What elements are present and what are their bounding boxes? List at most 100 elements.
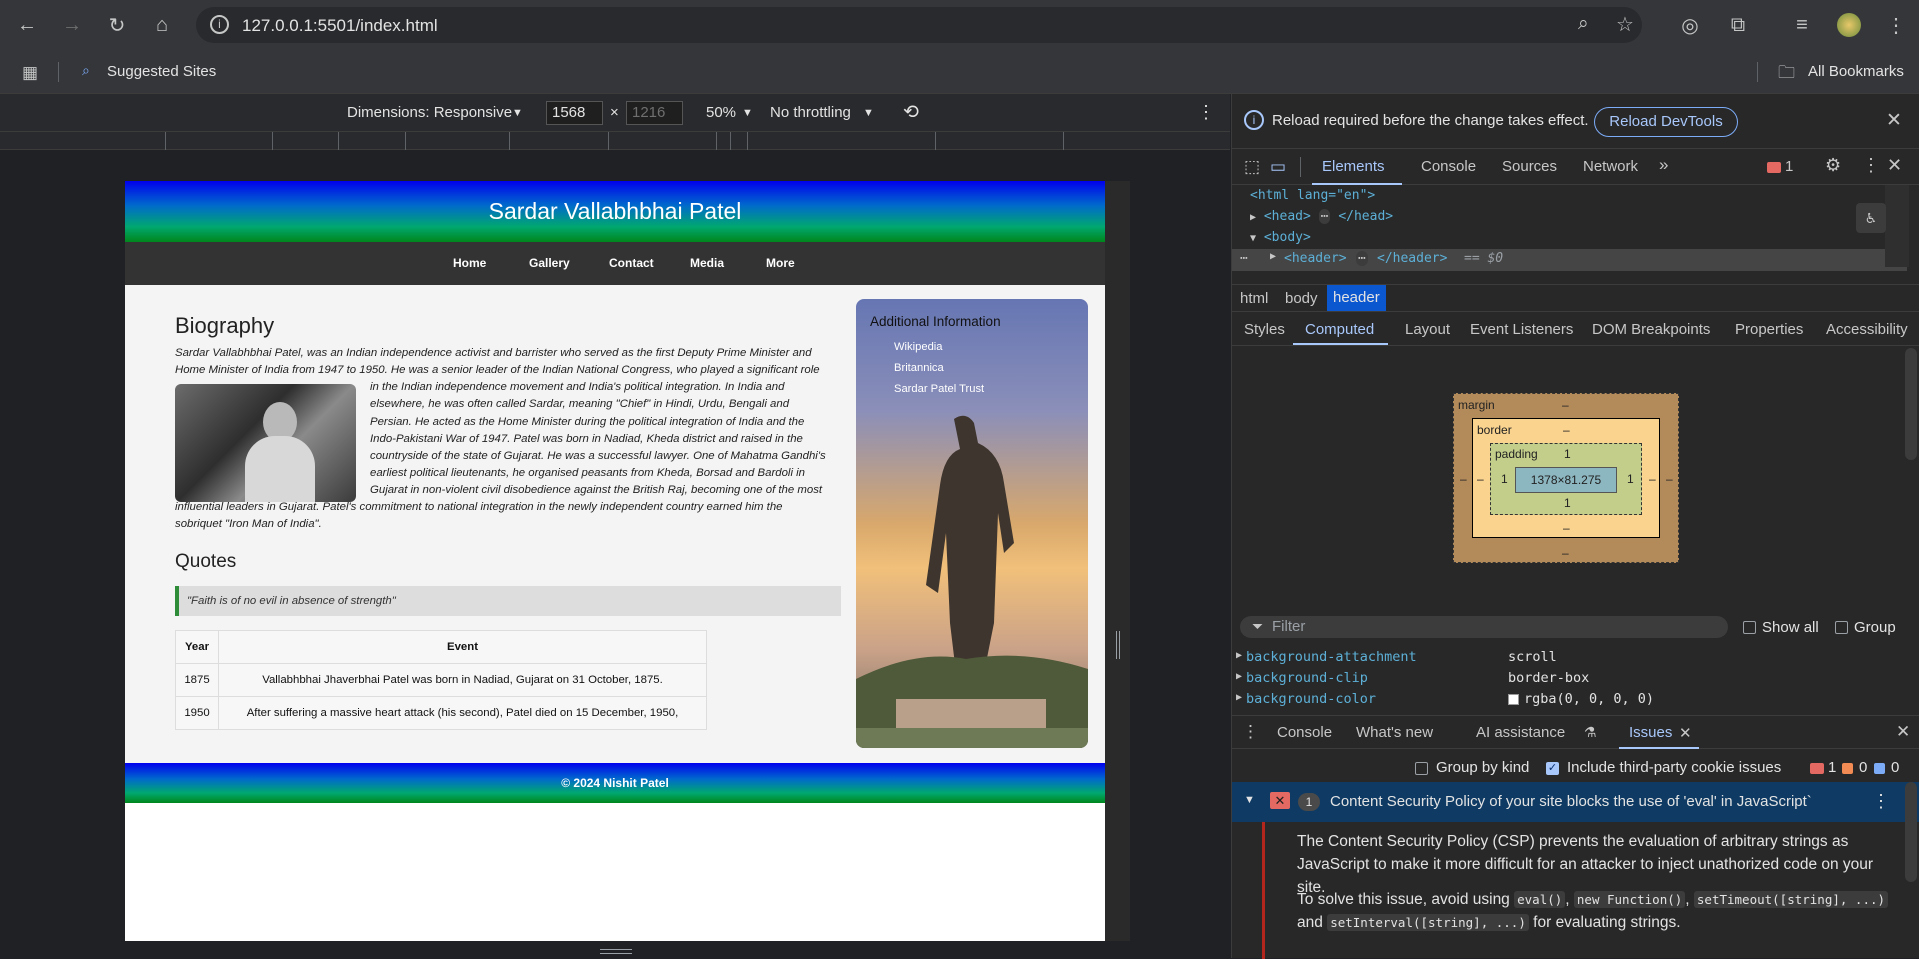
folder-icon: 🗀 <box>1778 63 1795 82</box>
dom-node-header-selected[interactable]: ⋯ ▶ <header> ⋯ </header> == $0 <box>1232 249 1907 271</box>
drawer-tab-console[interactable]: Console <box>1277 724 1332 741</box>
crumb-html[interactable]: html <box>1234 290 1274 307</box>
color-swatch[interactable] <box>1508 694 1519 705</box>
subtab-styles[interactable]: Styles <box>1244 321 1285 338</box>
computed-property-row[interactable]: ▶ background-color rgba(0, 0, 0, 0) <box>1236 691 1654 707</box>
extension-icon[interactable]: ◎ <box>1674 9 1706 41</box>
tab-elements[interactable]: Elements <box>1322 158 1385 175</box>
third-party-checkbox[interactable]: ✓ <box>1546 762 1559 775</box>
issues-count[interactable]: 1 <box>1785 158 1793 175</box>
kebab-menu-icon[interactable]: ⋮ <box>1880 9 1912 41</box>
error-badge-icon[interactable] <box>1767 162 1781 173</box>
subtab-computed[interactable]: Computed <box>1305 321 1374 338</box>
tab-sources[interactable]: Sources <box>1502 158 1557 175</box>
close-icon[interactable]: ✕ <box>1679 724 1692 742</box>
url-text: 127.0.0.1:5501/index.html <box>242 16 438 35</box>
zoom-icon[interactable]: ⌕ <box>1578 13 1589 35</box>
crumb-header[interactable]: header <box>1327 285 1386 311</box>
apps-grid-icon[interactable]: ▦ <box>22 63 38 83</box>
back-arrow-icon[interactable]: ← <box>11 9 43 41</box>
nav-home[interactable]: Home <box>453 256 486 270</box>
reload-devtools-button[interactable]: Reload DevTools <box>1594 107 1738 137</box>
chevron-down-icon: ▼ <box>742 107 753 119</box>
profile-avatar[interactable] <box>1837 13 1861 37</box>
width-input[interactable]: 1568 <box>546 101 603 125</box>
show-all-checkbox[interactable] <box>1743 621 1756 634</box>
dom-scrollbar[interactable] <box>1885 185 1909 267</box>
nav-media[interactable]: Media <box>690 256 724 270</box>
aside-link-trust[interactable]: Sardar Patel Trust <box>894 383 984 395</box>
subtab-dom-breakpoints[interactable]: DOM Breakpoints <box>1592 321 1710 338</box>
close-icon[interactable]: ✕ <box>1886 109 1902 132</box>
dimensions-dropdown[interactable]: Dimensions: Responsive <box>347 104 512 121</box>
close-icon[interactable]: ✕ <box>1896 722 1910 742</box>
tab-network[interactable]: Network <box>1583 158 1638 175</box>
all-bookmarks-link[interactable]: All Bookmarks <box>1808 63 1904 80</box>
nav-contact[interactable]: Contact <box>609 256 654 270</box>
kebab-menu-icon[interactable]: ⋮ <box>1862 155 1880 176</box>
kebab-menu-icon[interactable]: ⋮ <box>1197 102 1215 123</box>
table-cell: Vallabhbhai Jhaverbhai Patel was born in… <box>218 663 707 697</box>
more-tabs-icon[interactable]: » <box>1659 155 1668 175</box>
resize-gutter[interactable] <box>1105 181 1130 941</box>
dom-node-head[interactable]: ▶ <head> ⋯ </head> <box>1250 209 1393 224</box>
reload-icon[interactable]: ↻ <box>101 9 133 41</box>
group-by-kind-checkbox[interactable] <box>1415 762 1428 775</box>
media-queue-icon[interactable]: ≡ <box>1786 9 1818 41</box>
aside-link-britannica[interactable]: Britannica <box>894 362 944 374</box>
bookmark-star-icon[interactable]: ☆ <box>1616 12 1634 37</box>
computed-scrollbar[interactable] <box>1905 348 1917 460</box>
kebab-menu-icon[interactable]: ⋮ <box>1872 791 1890 812</box>
drawer-tab-ai-assistance[interactable]: AI assistance <box>1476 724 1565 741</box>
padding-label: padding <box>1495 447 1538 461</box>
group-label: Group <box>1854 619 1896 636</box>
issues-scrollbar[interactable] <box>1905 782 1917 882</box>
drawer-tab-issues[interactable]: Issues <box>1629 724 1672 741</box>
tab-console[interactable]: Console <box>1421 158 1476 175</box>
home-icon[interactable]: ⌂ <box>146 9 178 41</box>
close-icon[interactable]: ✕ <box>1887 155 1902 176</box>
subtab-properties[interactable]: Properties <box>1735 321 1803 338</box>
address-bar[interactable]: i 127.0.0.1:5501/index.html ⌕ ☆ <box>196 7 1642 43</box>
zoom-dropdown[interactable]: 50% <box>706 104 736 121</box>
statue-of-unity-image <box>856 415 1088 748</box>
border-box: border – – – – padding 1 1 1 1 1378×81.2… <box>1472 418 1660 538</box>
subtab-event-listeners[interactable]: Event Listeners <box>1470 321 1573 338</box>
kebab-menu-icon[interactable]: ⋮ <box>1242 722 1259 742</box>
computed-property-row[interactable]: ▶ background-attachment scroll <box>1236 649 1557 665</box>
extensions-puzzle-icon[interactable]: ⧉ <box>1722 9 1754 41</box>
inspect-element-icon[interactable]: ⬚ <box>1244 157 1260 177</box>
dom-node-body[interactable]: ▼ <body> <box>1250 230 1311 245</box>
quote-block: "Faith is of no evil in absence of stren… <box>175 586 841 616</box>
crumb-body[interactable]: body <box>1279 290 1324 307</box>
suggested-sites-link[interactable]: Suggested Sites <box>107 63 216 80</box>
drawer-tab-whats-new[interactable]: What's new <box>1356 724 1433 741</box>
filter-input[interactable]: ⏷ Filter <box>1240 616 1728 638</box>
nav-more[interactable]: More <box>766 256 795 270</box>
nav-gallery[interactable]: Gallery <box>529 256 570 270</box>
accessibility-icon[interactable]: ♿ <box>1856 203 1886 233</box>
gear-icon[interactable]: ⚙ <box>1825 155 1841 176</box>
subtab-accessibility[interactable]: Accessibility <box>1826 321 1908 338</box>
content-size[interactable]: 1378×81.275 <box>1515 467 1617 493</box>
bottom-resize-handle[interactable] <box>600 949 632 954</box>
computed-property-row[interactable]: ▶ background-clip border-box <box>1236 670 1589 686</box>
border-bottom-value: – <box>1563 521 1570 535</box>
dom-node-html[interactable]: <html lang="en"> <box>1250 188 1375 203</box>
height-input[interactable]: 1216 <box>626 101 683 125</box>
rotate-icon[interactable]: ⟲ <box>903 101 919 124</box>
show-all-label: Show all <box>1762 619 1819 636</box>
site-info-icon[interactable]: i <box>210 15 229 34</box>
forward-arrow-icon[interactable]: → <box>56 9 88 41</box>
subtab-layout[interactable]: Layout <box>1405 321 1450 338</box>
throttling-dropdown[interactable]: No throttling <box>770 104 851 121</box>
bio-text-line: elsewhere, he was often called Sardar, m… <box>370 398 790 410</box>
aside-link-wikipedia[interactable]: Wikipedia <box>894 341 943 353</box>
info-count: 0 <box>1891 759 1900 776</box>
device-toggle-icon[interactable]: ▭ <box>1270 157 1286 177</box>
issue-row[interactable]: ▼ ✕ 1 Content Security Policy of your si… <box>1232 782 1919 822</box>
devtools-drawer: ⋮ Console What's new AI assistance ⚗ Iss… <box>1232 715 1919 959</box>
bio-text-line: Indo-Pakistani War of 1947. Patel was bo… <box>370 433 803 445</box>
group-checkbox[interactable] <box>1835 621 1848 634</box>
table-cell: 1950 <box>175 696 219 730</box>
